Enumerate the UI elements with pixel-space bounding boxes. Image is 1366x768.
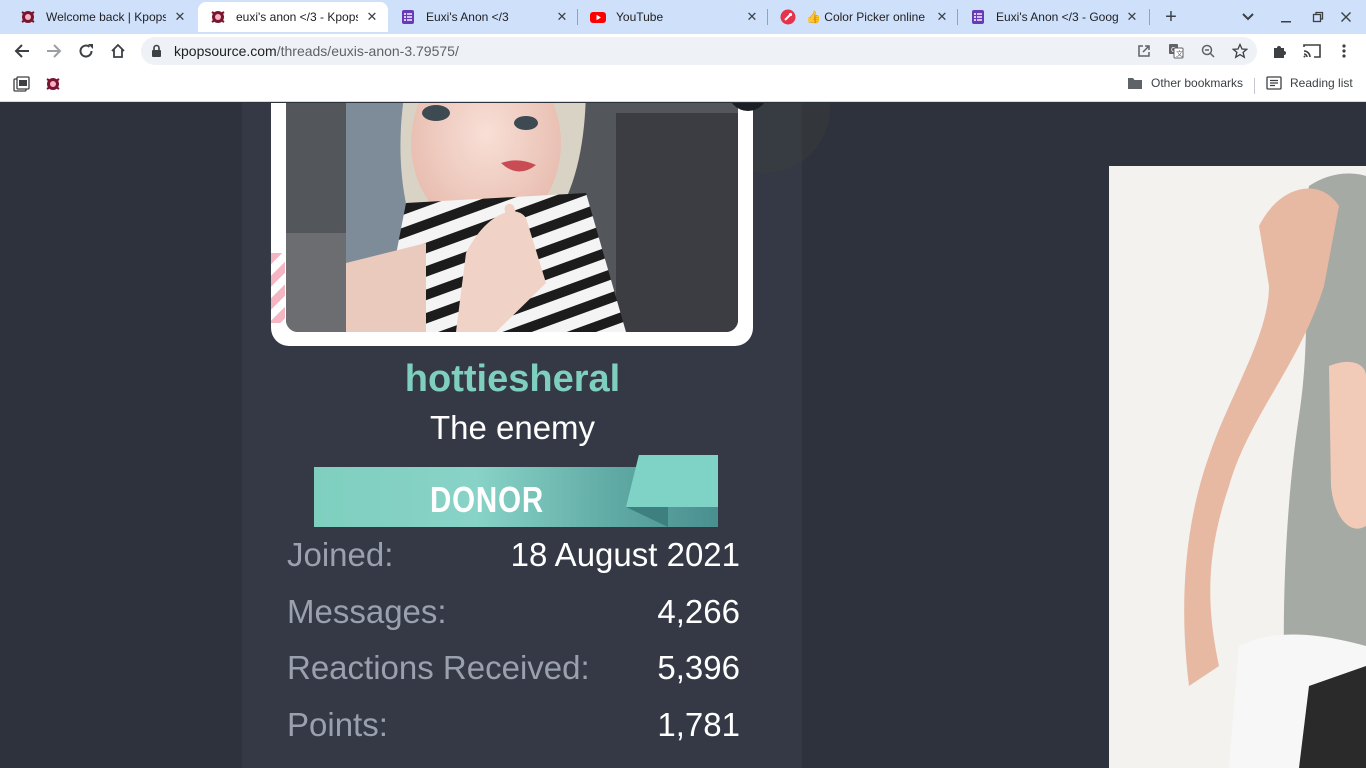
- stat-label: Points:: [287, 706, 388, 743]
- youtube-icon: [590, 9, 606, 25]
- stat-points: Points: 1,781: [287, 706, 740, 746]
- bookmark-kpopsource-icon[interactable]: [45, 76, 69, 92]
- reading-list-button[interactable]: Reading list: [1266, 76, 1353, 90]
- tab-euxis-anon-kpopsource[interactable]: euxi's anon </3 - Kpops ✕: [198, 2, 388, 32]
- stat-reactions-received: Reactions Received: 5,396: [287, 649, 740, 689]
- url-domain: kpopsource.com: [174, 43, 277, 59]
- user-title: The enemy: [429, 409, 596, 446]
- close-tab-icon[interactable]: ✕: [934, 9, 950, 25]
- zoom-icon[interactable]: [1199, 42, 1217, 60]
- reading-list-label: Reading list: [1290, 76, 1353, 90]
- minimize-window-icon[interactable]: [1275, 6, 1297, 28]
- user-avatar-image[interactable]: [286, 103, 738, 332]
- post-image[interactable]: [1109, 166, 1366, 768]
- banner-flag: [626, 455, 718, 507]
- kpopsource-favicon-icon: [20, 9, 36, 25]
- color-picker-icon: [780, 9, 796, 25]
- tab-strip: Welcome back | Kpops ✕ euxi's anon </3 -…: [0, 0, 1366, 34]
- tab-search-chevron-icon[interactable]: [1237, 6, 1259, 28]
- tab-title: euxi's anon </3 - Kpops: [236, 10, 358, 24]
- new-tab-plus-icon[interactable]: +: [1160, 6, 1182, 28]
- close-tab-icon[interactable]: ✕: [1124, 9, 1140, 25]
- banner-label: DONOR: [430, 479, 544, 520]
- stat-label: Messages:: [287, 593, 447, 630]
- tab-separator: [1149, 9, 1150, 25]
- tab-youtube[interactable]: YouTube ✕: [578, 2, 768, 32]
- forward-arrow-icon[interactable]: [42, 39, 66, 63]
- back-arrow-icon[interactable]: [10, 39, 34, 63]
- avatar-decoration-stripe: [271, 253, 285, 323]
- username[interactable]: hottiesheral: [242, 358, 783, 401]
- svg-text:文: 文: [1176, 49, 1183, 58]
- close-tab-icon[interactable]: ✕: [744, 9, 760, 25]
- stat-value: 18 August 2021: [510, 536, 740, 573]
- open-in-app-icon[interactable]: [1135, 42, 1153, 60]
- reading-list-icon: [1266, 76, 1282, 90]
- tab-separator: [577, 9, 578, 25]
- close-window-icon[interactable]: [1335, 6, 1357, 28]
- user-avatar-frame[interactable]: [271, 103, 753, 346]
- google-forms-icon: [970, 9, 986, 25]
- home-icon[interactable]: [106, 39, 130, 63]
- bookmark-divider: [1254, 78, 1255, 94]
- close-tab-icon[interactable]: ✕: [554, 9, 570, 25]
- tab-euxis-anon-form[interactable]: Euxi's Anon </3 ✕: [388, 2, 578, 32]
- tab-title: 👍 Color Picker online |: [806, 10, 928, 24]
- tab-color-picker[interactable]: 👍 Color Picker online | ✕: [768, 2, 958, 32]
- google-forms-icon: [400, 9, 416, 25]
- tab-title: Euxi's Anon </3: [426, 10, 509, 24]
- restore-window-icon[interactable]: [1307, 6, 1329, 28]
- url-path: /threads/euxis-anon-3.79575/: [276, 43, 459, 59]
- page-content: hottiesheral The enemy DONOR Joined: 18 …: [0, 103, 1366, 768]
- browser-toolbar: kpopsource.com/threads/euxis-anon-3.7957…: [0, 34, 1366, 68]
- other-bookmarks-folder[interactable]: Other bookmarks: [1127, 76, 1243, 90]
- kpopsource-favicon-icon: [210, 9, 226, 25]
- tab-title: Euxi's Anon </3 - Googl: [996, 10, 1118, 24]
- lock-icon[interactable]: [151, 44, 162, 63]
- reload-icon[interactable]: [74, 39, 98, 63]
- folder-icon: [1128, 78, 1142, 89]
- tab-separator: [957, 9, 958, 25]
- stat-label: Reactions Received:: [287, 649, 590, 686]
- stat-value[interactable]: 1,781: [657, 706, 740, 744]
- cast-icon[interactable]: [1300, 39, 1324, 63]
- bookmark-app-icon[interactable]: [13, 76, 38, 93]
- tab-welcome-back[interactable]: Welcome back | Kpops ✕: [8, 2, 196, 32]
- tab-title: Welcome back | Kpops: [46, 10, 166, 24]
- donor-banner: DONOR: [314, 455, 718, 527]
- stat-value[interactable]: 4,266: [657, 593, 740, 631]
- bookmarks-bar: Other bookmarks Reading list: [0, 68, 1366, 102]
- menu-kebab-icon[interactable]: [1332, 39, 1356, 63]
- close-tab-icon[interactable]: ✕: [364, 9, 380, 25]
- bookmark-star-icon[interactable]: [1231, 42, 1249, 60]
- other-bookmarks-label: Other bookmarks: [1151, 76, 1244, 90]
- tab-euxis-anon-google-form[interactable]: Euxi's Anon </3 - Googl ✕: [958, 2, 1148, 32]
- tab-title: YouTube: [616, 10, 664, 24]
- stat-label: Joined:: [287, 536, 394, 573]
- extensions-puzzle-icon[interactable]: [1268, 39, 1292, 63]
- close-tab-icon[interactable]: ✕: [172, 9, 188, 25]
- url-text: kpopsource.com/threads/euxis-anon-3.7957…: [174, 43, 459, 59]
- translate-icon[interactable]: G文: [1167, 42, 1185, 60]
- stat-value[interactable]: 5,396: [657, 649, 740, 687]
- stat-messages: Messages: 4,266: [287, 593, 740, 633]
- address-bar[interactable]: kpopsource.com/threads/euxis-anon-3.7957…: [141, 37, 1257, 65]
- tab-separator: [767, 9, 768, 25]
- stat-joined: Joined: 18 August 2021: [287, 536, 740, 576]
